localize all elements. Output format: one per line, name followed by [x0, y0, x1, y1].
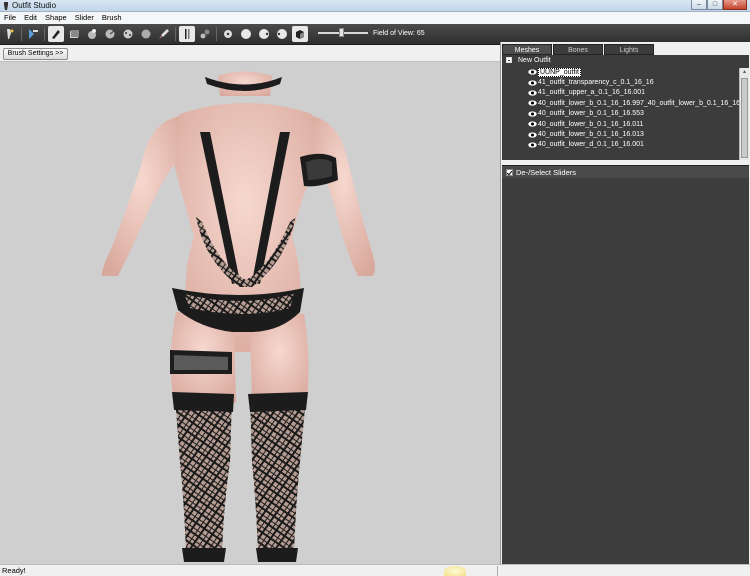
3d-viewport[interactable] — [0, 62, 500, 564]
app-icon — [4, 2, 8, 10]
visibility-eye-icon[interactable] — [528, 131, 537, 138]
title-bar: Outfit Studio – □ ✕ — [0, 0, 750, 12]
status-text: Ready! — [2, 566, 26, 575]
visibility-eye-icon[interactable] — [528, 142, 537, 148]
select-sliders-label[interactable]: De-/Select Sliders — [516, 168, 576, 177]
scroll-up-icon[interactable]: ▲ — [742, 69, 747, 75]
mesh-name: 41_outfit_upper_a_0.1_16_16.001 — [538, 89, 646, 97]
menu-bar: File Edit Shape Slider Brush — [0, 12, 750, 24]
right-view-icon[interactable] — [274, 26, 290, 42]
tree-root-label: New Outfit — [518, 57, 551, 64]
cursor-highlight — [444, 566, 466, 576]
close-button[interactable]: ✕ — [723, 0, 747, 10]
mesh-name: 40_outfit_lower_d_0.1_16_16.001 — [538, 141, 644, 149]
move-brush-icon[interactable] — [102, 26, 118, 42]
smooth-brush-icon[interactable] — [120, 26, 136, 42]
texture-toggle-icon[interactable] — [292, 26, 308, 42]
mesh-row[interactable]: 40_outfit_lower_b_0.1_16_16.013 — [528, 129, 749, 139]
mesh-name: 40_outfit_lower_b_0.1_16_16.011 — [538, 120, 644, 128]
weight-brush-icon[interactable] — [138, 26, 154, 42]
maximize-button[interactable]: □ — [707, 0, 723, 10]
mesh-row[interactable]: UUNP_outfit — [528, 67, 749, 77]
model-render — [101, 71, 375, 562]
back-view-icon[interactable] — [238, 26, 254, 42]
visibility-eye-icon[interactable] — [528, 90, 537, 96]
status-divider — [497, 566, 498, 576]
minimize-button[interactable]: – — [691, 0, 707, 10]
window-title: Outfit Studio — [12, 1, 57, 10]
sliders-list-panel — [502, 178, 749, 564]
panel-tabs: Meshes Bones Lights — [502, 44, 655, 55]
light-toggle-icon[interactable] — [197, 26, 213, 42]
menu-edit[interactable]: Edit — [20, 12, 41, 24]
tab-lights[interactable]: Lights — [604, 44, 654, 55]
visibility-eye-icon[interactable] — [528, 100, 537, 106]
wireframe-toggle-icon[interactable] — [179, 26, 195, 42]
menu-slider[interactable]: Slider — [71, 12, 98, 24]
mesh-list: UUNP_outfit 41_outfit_transparency_c_0.1_… — [528, 67, 749, 150]
visibility-eye-icon[interactable] — [528, 79, 537, 86]
mesh-name: 40_outfit_lower_b_0.1_16_16.997_40_outfi… — [538, 99, 749, 107]
inflate-brush-icon[interactable] — [66, 26, 82, 42]
mesh-row[interactable]: 41_outfit_transparency_c_0.1_16_16 — [528, 77, 749, 87]
deflate-brush-icon[interactable] — [84, 26, 100, 42]
left-view-icon[interactable] — [256, 26, 272, 42]
mesh-name: 41_outfit_transparency_c_0.1_16_16 — [538, 79, 654, 87]
vertical-scroll-thumb[interactable] — [741, 78, 748, 158]
menu-file[interactable]: File — [0, 12, 20, 24]
tab-bones[interactable]: Bones — [553, 44, 603, 55]
paint-brush-icon[interactable] — [156, 26, 172, 42]
mesh-row[interactable]: 41_outfit_upper_a_0.1_16_16.001 — [528, 88, 749, 98]
collapse-icon[interactable] — [506, 57, 512, 64]
fov-label: Field of View: 65 — [373, 30, 425, 37]
transform-tool-icon[interactable] — [25, 26, 41, 42]
visibility-eye-icon[interactable] — [528, 69, 537, 75]
front-view-icon[interactable] — [220, 26, 236, 42]
select-sliders-checkbox[interactable] — [506, 169, 513, 176]
mesh-tree: New Outfit UUNP_outfit 41_outfit_transpar… — [502, 55, 749, 160]
visibility-eye-icon[interactable] — [528, 121, 537, 127]
brush-settings-button[interactable]: Brush Settings >> — [3, 48, 68, 60]
menu-shape[interactable]: Shape — [41, 12, 71, 24]
sliders-header: De-/Select Sliders — [502, 165, 749, 178]
mesh-row[interactable]: 40_outfit_lower_d_0.1_16_16.001 — [528, 140, 749, 150]
vertical-scrollbar[interactable]: ▲ ▼ — [739, 68, 749, 160]
right-panel: Meshes Bones Lights New Outfit UUNP_outf… — [500, 42, 750, 564]
fov-slider-thumb[interactable] — [339, 28, 344, 37]
status-bar: Ready! — [0, 564, 750, 576]
mesh-name: 40_outfit_lower_b_0.1_16_16.553 — [538, 110, 644, 118]
mesh-name: 40_outfit_lower_b_0.1_16_16.013 — [538, 131, 644, 139]
menu-brush[interactable]: Brush — [98, 12, 126, 24]
select-tool-icon[interactable] — [48, 26, 64, 42]
mesh-name: UUNP_outfit — [538, 67, 581, 77]
brush-settings-bar: Brush Settings >> — [0, 45, 500, 62]
visibility-eye-icon[interactable] — [528, 111, 537, 117]
mesh-row[interactable]: 40_outfit_lower_b_0.1_16_16.011 — [528, 119, 749, 129]
mesh-row[interactable]: 40_outfit_lower_b_0.1_16_16.553 — [528, 109, 749, 119]
mesh-row[interactable]: 40_outfit_lower_b_0.1_16_16.997_40_outfi… — [528, 98, 749, 108]
tab-meshes[interactable]: Meshes — [502, 44, 552, 55]
tree-root[interactable]: New Outfit — [506, 57, 551, 64]
pose-tool-icon[interactable] — [2, 26, 18, 42]
